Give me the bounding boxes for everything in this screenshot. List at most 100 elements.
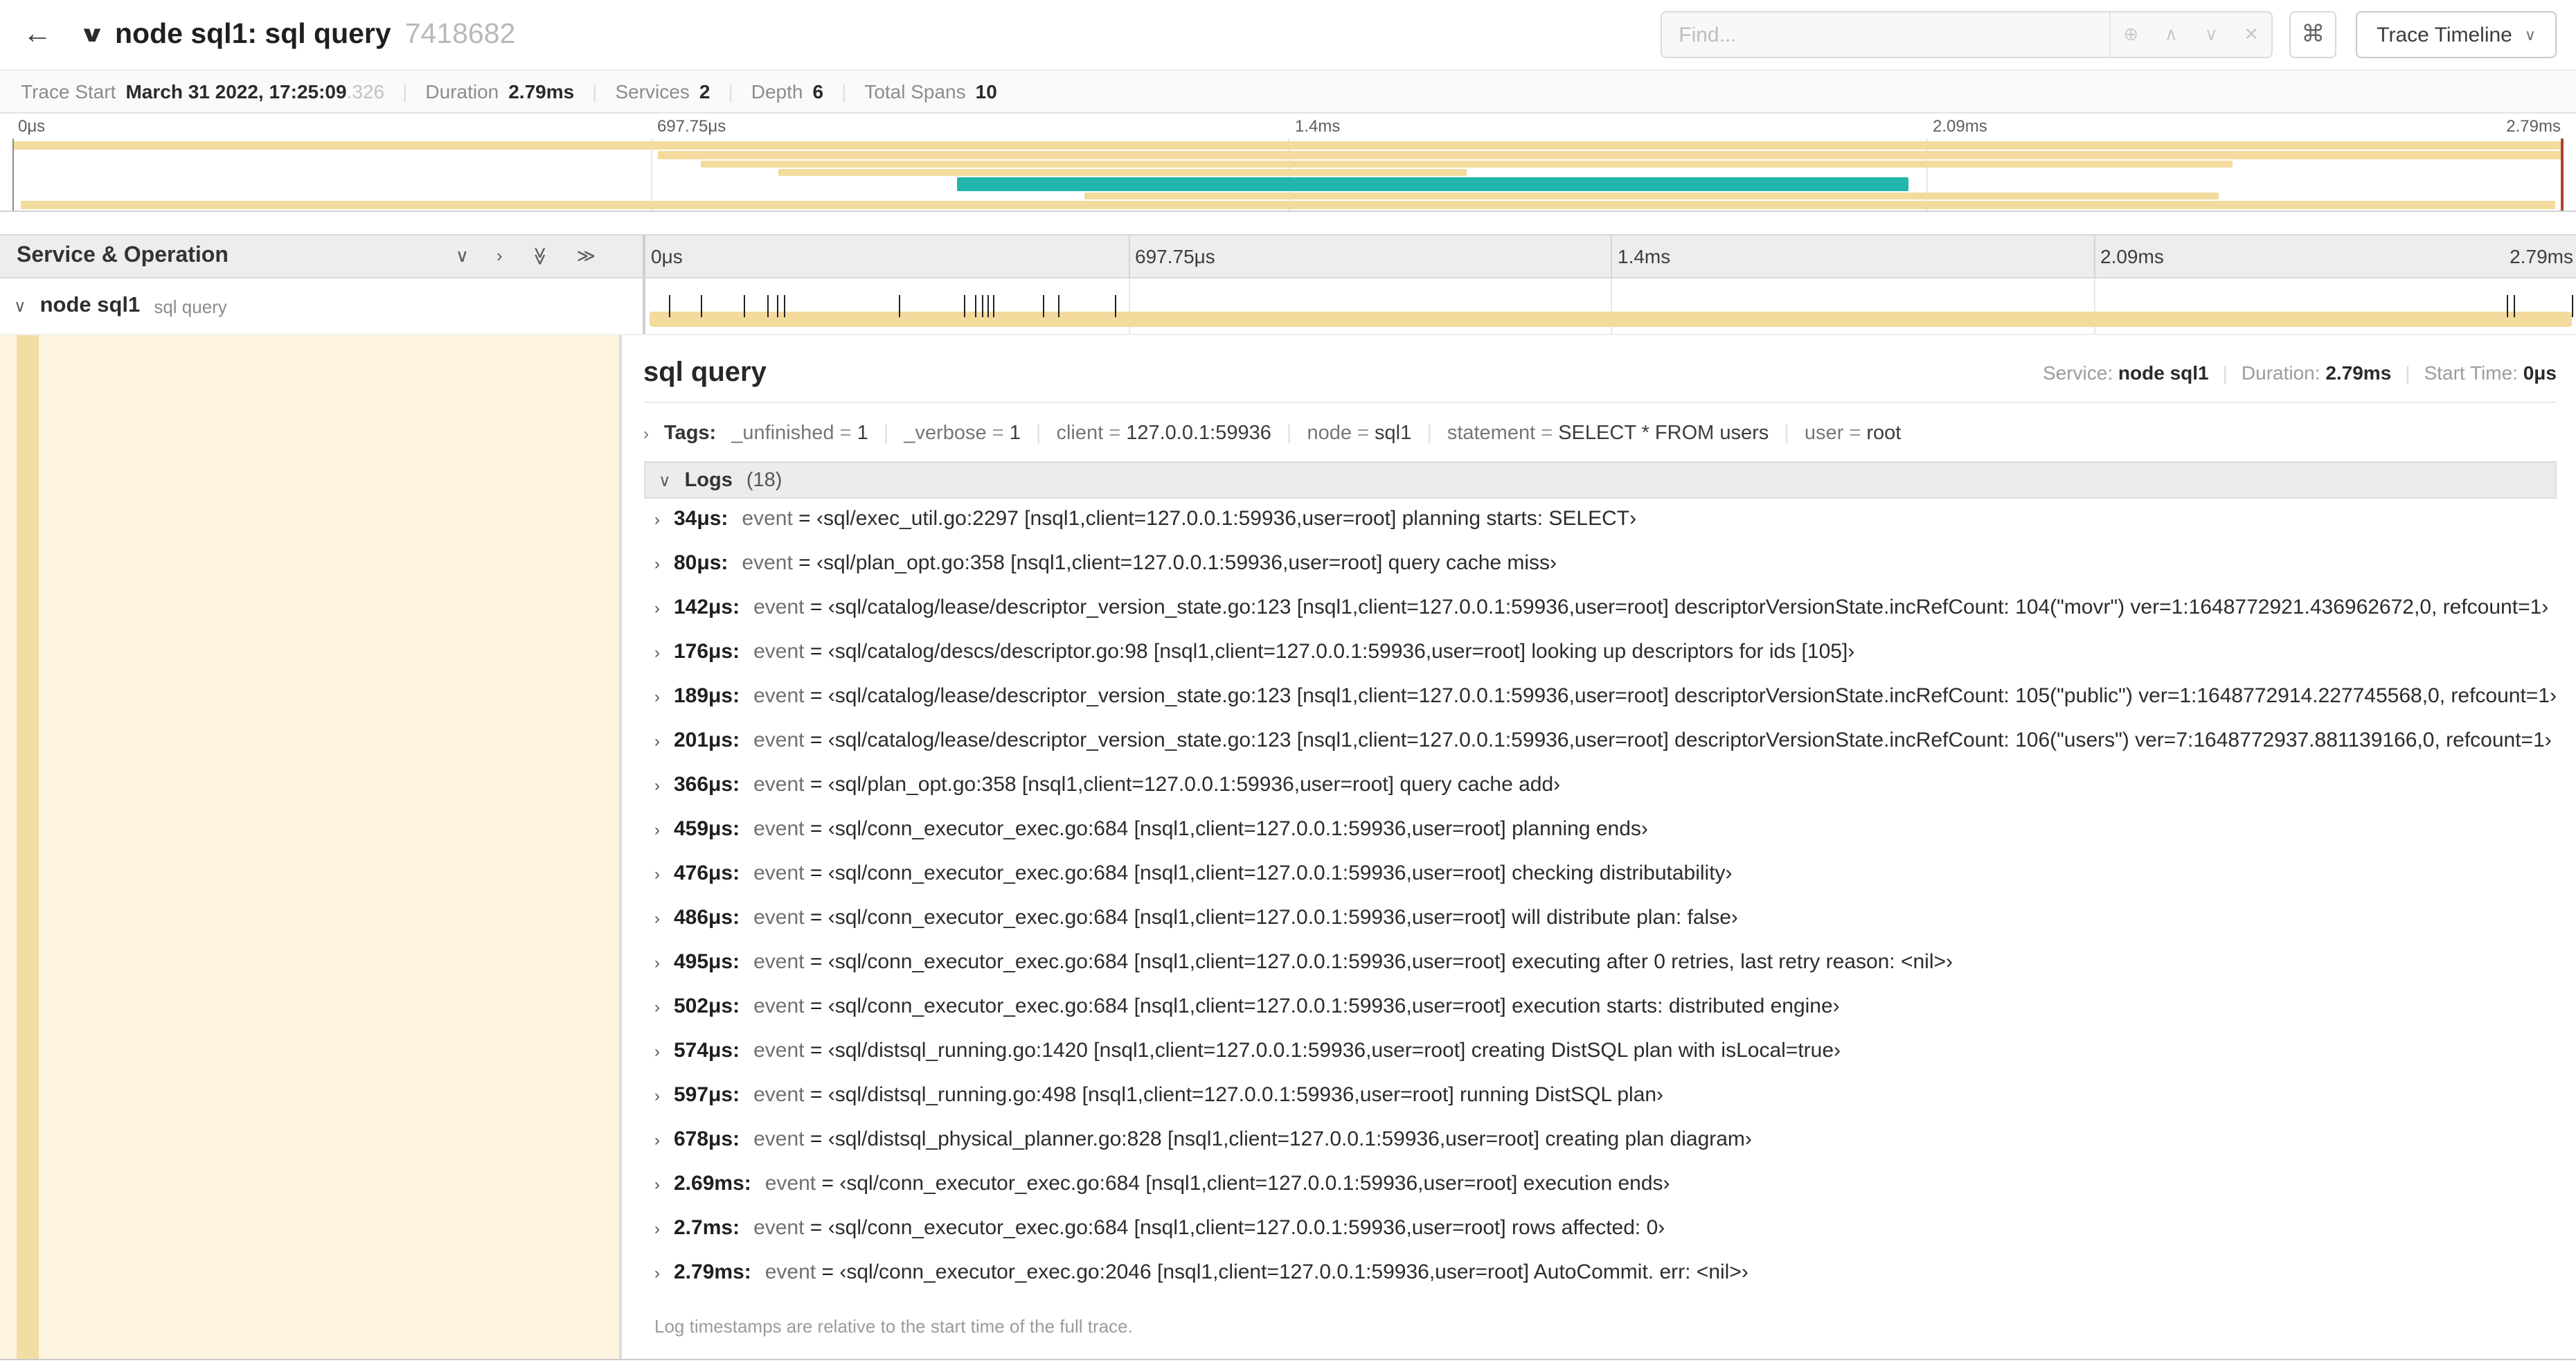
log-timestamp: 80μs: bbox=[674, 551, 728, 575]
back-arrow-icon: ← bbox=[23, 18, 52, 50]
log-field-key: event bbox=[753, 773, 805, 796]
minimap-span-bar bbox=[658, 151, 2564, 159]
log-field-key: event bbox=[764, 1260, 816, 1284]
log-entry[interactable]: › 678μs: event = ‹sql/distsql_physical_pla… bbox=[643, 1128, 2557, 1172]
gridline bbox=[2093, 235, 2095, 277]
collapse-all-icon[interactable]: ≫ bbox=[528, 247, 551, 265]
log-marker bbox=[776, 295, 778, 317]
log-timestamp: 495μs: bbox=[674, 950, 740, 974]
log-entry[interactable]: › 201μs: event = ‹sql/catalog/lease/descri… bbox=[643, 729, 2557, 773]
log-text: event = ‹sql/catalog/lease/descriptor_ve… bbox=[753, 729, 2552, 752]
log-entry[interactable]: › 176μs: event = ‹sql/catalog/descs/descri… bbox=[643, 640, 2557, 684]
log-entry[interactable]: › 189μs: event = ‹sql/catalog/lease/descri… bbox=[643, 684, 2557, 729]
expand-chevron-icon: › bbox=[654, 1175, 660, 1194]
minimap-span-bar bbox=[778, 169, 1467, 176]
log-field-value: ‹sql/conn_executor_exec.go:684 [nsql1,cl… bbox=[828, 862, 1733, 885]
expand-all-icon[interactable]: ≫ bbox=[577, 245, 596, 267]
log-entry[interactable]: › 142μs: event = ‹sql/catalog/lease/descri… bbox=[643, 596, 2557, 640]
log-timestamp: 189μs: bbox=[674, 684, 740, 708]
expand-chevron-icon: › bbox=[654, 510, 660, 529]
meta-item: Service: node sql1 bbox=[2043, 362, 2209, 384]
log-text: event = ‹sql/conn_executor_exec.go:2046 … bbox=[764, 1260, 1748, 1284]
log-marker bbox=[987, 295, 989, 317]
log-timestamp: 201μs: bbox=[674, 729, 740, 752]
next-result-icon[interactable]: ∨ bbox=[2191, 12, 2231, 57]
log-field-key: event bbox=[753, 1083, 805, 1107]
log-field-key: event bbox=[753, 906, 805, 929]
log-entry[interactable]: › 80μs: event = ‹sql/plan_opt.go:358 [nsql… bbox=[643, 551, 2557, 596]
summary-separator: | bbox=[592, 80, 598, 103]
log-field-key: event bbox=[753, 596, 805, 619]
span-timeline[interactable] bbox=[645, 278, 2576, 334]
log-entry[interactable]: › 502μs: event = ‹sql/conn_executor_exec.g… bbox=[643, 995, 2557, 1039]
log-marker bbox=[767, 295, 769, 317]
log-field-key: event bbox=[753, 729, 805, 752]
minimap-range-selector[interactable] bbox=[12, 139, 2564, 211]
log-entry[interactable]: › 2.69ms: event = ‹sql/conn_executor_exec.… bbox=[643, 1172, 2557, 1216]
expand-chevron-icon: › bbox=[654, 1086, 660, 1105]
log-timestamp: 2.79ms: bbox=[674, 1260, 751, 1284]
log-text: event = ‹sql/conn_executor_exec.go:684 [… bbox=[753, 817, 1648, 841]
log-field-value: ‹sql/distsql_physical_planner.go:828 [ns… bbox=[828, 1128, 1752, 1151]
span-duration-bar[interactable] bbox=[650, 312, 2572, 327]
log-entry[interactable]: › 597μs: event = ‹sql/distsql_running.go:4… bbox=[643, 1083, 2557, 1128]
clear-find-icon[interactable]: ✕ bbox=[2231, 12, 2271, 57]
tag-key: user bbox=[1804, 422, 1844, 445]
minimap-right-scrubber[interactable] bbox=[2561, 139, 2564, 211]
log-text: event = ‹sql/plan_opt.go:358 [nsql1,clie… bbox=[753, 773, 1561, 796]
depth-value: 6 bbox=[812, 80, 824, 103]
expand-chevron-icon: › bbox=[654, 997, 660, 1017]
logs-count: (18) bbox=[746, 469, 782, 491]
tag-key: _verbose bbox=[904, 422, 987, 445]
log-field-key: event bbox=[753, 1216, 805, 1240]
trace-collapse-chevron-icon[interactable]: ∨ bbox=[79, 21, 106, 48]
chevron-down-icon[interactable]: ∨ bbox=[14, 296, 26, 316]
span-tree-item[interactable]: ∨ node sql1 sql query bbox=[0, 278, 645, 334]
log-timestamp: 459μs: bbox=[674, 817, 740, 841]
tags-row[interactable]: › Tags: _unfinished = 1 | _verbose = 1 | cli… bbox=[643, 414, 2557, 461]
log-timestamp: 486μs: bbox=[674, 906, 740, 929]
log-entry[interactable]: › 2.7ms: event = ‹sql/conn_executor_exec.g… bbox=[643, 1216, 2557, 1260]
log-entry[interactable]: › 366μs: event = ‹sql/plan_opt.go:358 [nsq… bbox=[643, 773, 2557, 817]
log-timestamp: 476μs: bbox=[674, 862, 740, 885]
log-field-value: ‹sql/conn_executor_exec.go:684 [nsql1,cl… bbox=[828, 1216, 1665, 1240]
log-field-value: ‹sql/catalog/lease/descriptor_version_st… bbox=[828, 596, 2549, 619]
log-entry[interactable]: › 459μs: event = ‹sql/conn_executor_exec.g… bbox=[643, 817, 2557, 862]
chevron-down-icon: ∨ bbox=[2524, 27, 2536, 44]
log-entry[interactable]: › 574μs: event = ‹sql/distsql_running.go:1… bbox=[643, 1039, 2557, 1083]
tag-value: 1 bbox=[857, 422, 868, 445]
log-entry[interactable]: › 476μs: event = ‹sql/conn_executor_exec.g… bbox=[643, 862, 2557, 906]
log-marker bbox=[898, 295, 900, 317]
log-entry[interactable]: › 486μs: event = ‹sql/conn_executor_exec.g… bbox=[643, 906, 2557, 950]
log-marker bbox=[2506, 295, 2508, 317]
log-timestamp: 2.69ms: bbox=[674, 1172, 751, 1195]
log-field-value: ‹sql/conn_executor_exec.go:684 [nsql1,cl… bbox=[828, 906, 1738, 929]
expand-one-icon[interactable]: › bbox=[497, 245, 503, 267]
view-selector[interactable]: Trace Timeline ∨ bbox=[2356, 11, 2557, 58]
span-row[interactable]: ∨ node sql1 sql query bbox=[0, 278, 2576, 335]
meta-value: 2.79ms bbox=[2325, 362, 2392, 384]
prev-result-icon[interactable]: ∧ bbox=[2151, 12, 2191, 57]
log-entry[interactable]: › 2.79ms: event = ‹sql/conn_executor_exec.… bbox=[643, 1260, 2557, 1305]
time-tick-label: 1.4ms bbox=[1618, 245, 1671, 267]
collapse-one-icon[interactable]: ∨ bbox=[456, 245, 469, 267]
logs-header[interactable]: ∨ Logs (18) bbox=[643, 461, 2557, 499]
meta-item: Start Time: 0μs bbox=[2424, 362, 2557, 384]
keyboard-shortcuts-button[interactable]: ⌘ bbox=[2289, 11, 2337, 58]
time-tick-label: 697.75μs bbox=[1135, 245, 1215, 267]
log-entry[interactable]: › 34μs: event = ‹sql/exec_util.go:2297 [ns… bbox=[643, 507, 2557, 551]
log-timestamp: 502μs: bbox=[674, 995, 740, 1018]
log-list: › 34μs: event = ‹sql/exec_util.go:2297 [ns… bbox=[643, 499, 2557, 1305]
log-text: event = ‹sql/conn_executor_exec.go:684 [… bbox=[753, 906, 1738, 929]
log-text: event = ‹sql/distsql_physical_planner.go… bbox=[753, 1128, 1752, 1151]
log-entry[interactable]: › 495μs: event = ‹sql/conn_executor_exec.g… bbox=[643, 950, 2557, 995]
log-text: event = ‹sql/plan_opt.go:358 [nsql1,clie… bbox=[742, 551, 1557, 575]
back-button[interactable]: ← bbox=[0, 0, 75, 69]
tag-separator: | bbox=[1286, 422, 1292, 445]
expand-chevron-icon: › bbox=[654, 643, 660, 662]
locate-icon[interactable]: ⊕ bbox=[2111, 12, 2151, 57]
log-field-key: event bbox=[742, 507, 793, 531]
minimap-left-scrubber[interactable] bbox=[12, 139, 14, 211]
find-input[interactable] bbox=[1662, 12, 2110, 57]
top-bar: ← ∨ node sql1: sql query 7418682 ⊕∧∨✕ ⌘ … bbox=[0, 0, 2576, 69]
